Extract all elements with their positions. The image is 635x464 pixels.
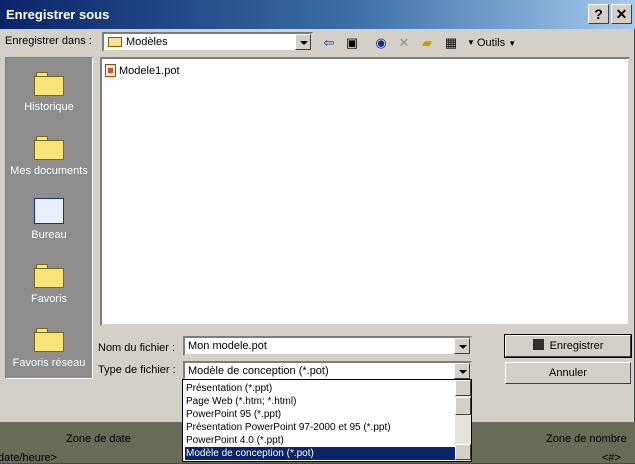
tools-label: Outils xyxy=(477,37,506,49)
background-date-placeholder: date/heure> xyxy=(0,452,58,464)
save-in-combo[interactable]: Modèles xyxy=(102,32,313,52)
folder-up-icon[interactable]: ▣ xyxy=(341,34,363,52)
place-label: Favoris xyxy=(30,293,68,305)
cancel-button[interactable]: Annuler xyxy=(505,362,631,384)
filetype-select[interactable]: Modèle de conception (*.pot) xyxy=(183,361,472,381)
views-icon[interactable]: ▦ xyxy=(440,34,462,52)
chevron-down-icon[interactable] xyxy=(454,363,470,379)
tools-dropdown-icon: ▼ xyxy=(508,39,517,48)
favorites-icon xyxy=(33,260,65,290)
dialog-title: Enregistrer sous xyxy=(6,7,110,22)
scroll-up-button[interactable] xyxy=(455,380,471,396)
place-desktop[interactable]: Bureau xyxy=(6,196,92,241)
file-list[interactable]: Modele1.pot xyxy=(100,57,630,326)
place-history[interactable]: Historique xyxy=(6,68,92,113)
filetype-option[interactable]: PowerPoint 95 (*.ppt) xyxy=(185,408,455,421)
filetype-label: Type de fichier : xyxy=(98,364,176,376)
place-label: Favoris réseau xyxy=(12,357,86,369)
filetype-option[interactable]: PowerPoint 4.0 (*.ppt) xyxy=(185,434,455,447)
file-name: Modele1.pot xyxy=(119,65,180,77)
place-my-documents[interactable]: Mes documents xyxy=(6,132,92,177)
new-folder-icon[interactable]: ▰ xyxy=(416,34,438,52)
filetype-value: Modèle de conception (*.pot) xyxy=(188,365,329,377)
filetype-option[interactable]: Présentation (*.ppt) xyxy=(185,382,455,395)
filetype-option[interactable]: Page Web (*.htm; *.html) xyxy=(185,395,455,408)
filename-value: Mon modele.pot xyxy=(188,340,267,352)
back-icon[interactable]: ⇦ xyxy=(318,34,340,52)
help-button[interactable]: ? xyxy=(588,4,609,24)
save-button-label: Enregistrer xyxy=(549,340,604,352)
place-favorites[interactable]: Favoris xyxy=(6,260,92,305)
background-date-zone-label: Zone de date xyxy=(66,433,131,445)
save-button[interactable]: Enregistrer xyxy=(504,334,632,358)
title-bar: Enregistrer sous ? ✕ xyxy=(0,0,635,29)
close-button[interactable]: ✕ xyxy=(611,4,632,24)
filename-label: Nom du fichier : xyxy=(98,342,176,354)
save-in-value: Modèles xyxy=(126,36,168,48)
desktop-icon xyxy=(33,196,65,226)
scroll-thumb[interactable] xyxy=(455,397,471,415)
tools-menu[interactable]: Outils ▼ xyxy=(477,37,516,49)
place-label: Historique xyxy=(24,101,74,113)
folder-icon xyxy=(108,37,122,47)
filename-field[interactable]: Mon modele.pot xyxy=(183,336,472,356)
floppy-disk-icon xyxy=(532,339,544,350)
save-as-dialog: Enregistrer sous ? ✕ Enregistrer dans : … xyxy=(0,0,635,422)
history-icon xyxy=(33,68,65,98)
place-label: Mes documents xyxy=(10,165,88,177)
network-favorites-icon xyxy=(33,324,65,354)
place-label: Bureau xyxy=(31,229,67,241)
background-number-zone-label: Zone de nombre xyxy=(546,433,627,445)
dropdown-scrollbar[interactable] xyxy=(455,380,471,461)
save-in-label: Enregistrer dans : xyxy=(5,35,92,47)
my-documents-icon xyxy=(33,132,65,162)
scroll-down-button[interactable] xyxy=(455,444,471,460)
filetype-dropdown-list[interactable]: Présentation (*.ppt) Page Web (*.htm; *.… xyxy=(182,379,472,462)
chevron-down-icon[interactable] xyxy=(454,338,470,354)
background-number-placeholder: <#> xyxy=(602,452,621,464)
search-web-icon[interactable]: ◉ xyxy=(370,34,392,52)
place-network-favorites[interactable]: Favoris réseau xyxy=(6,324,92,369)
chevron-down-icon[interactable] xyxy=(295,34,311,50)
filetype-option[interactable]: Présentation PowerPoint 97-2000 et 95 (*… xyxy=(185,421,455,434)
places-bar: Historique Mes documents Bureau Favoris … xyxy=(5,57,93,379)
filetype-option-selected[interactable]: Modèle de conception (*.pot) xyxy=(185,447,455,460)
list-item[interactable]: Modele1.pot xyxy=(105,64,180,77)
delete-icon[interactable]: ✕ xyxy=(393,34,415,52)
pot-file-icon xyxy=(105,64,116,77)
